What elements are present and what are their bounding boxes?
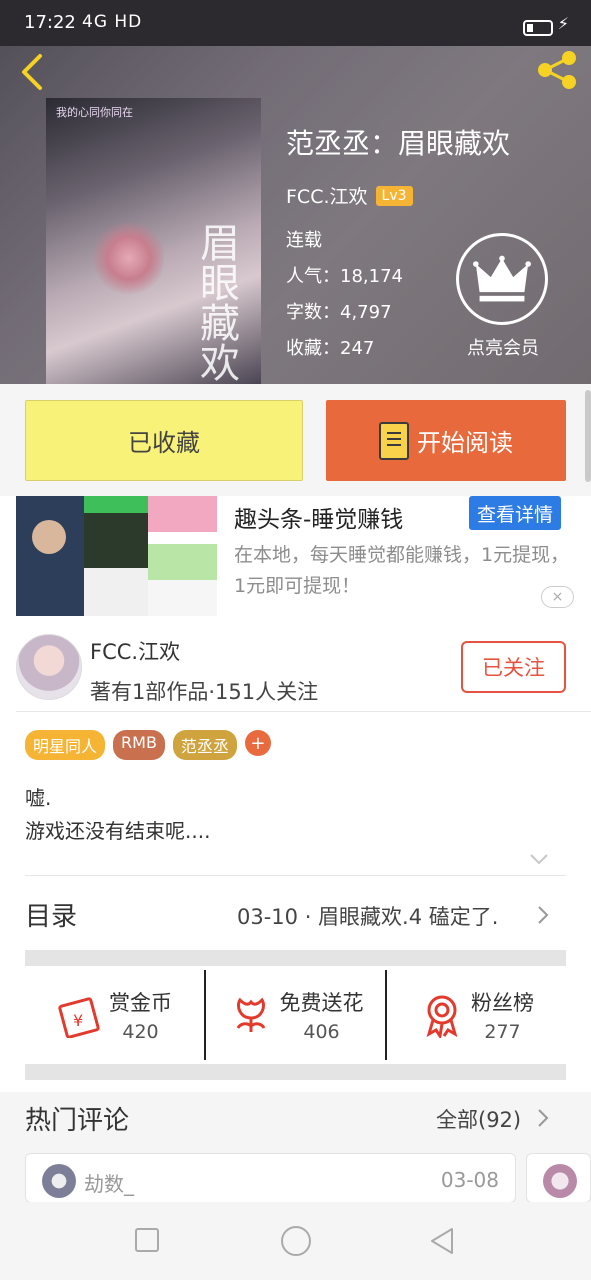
system-nav-bar <box>0 1202 591 1280</box>
tag-item[interactable]: RMB <box>113 730 165 760</box>
add-tag-button[interactable]: + <box>244 730 271 756</box>
vip-label[interactable]: 点亮会员 <box>448 334 558 360</box>
svg-text:¥: ¥ <box>73 1011 83 1030</box>
ad-description: 在本地，每天睡觉都能赚钱，1元提现，1元即可提现！ <box>234 544 570 597</box>
battery-icon <box>523 20 553 36</box>
book-icon <box>379 421 409 460</box>
ad-image[interactable] <box>16 496 217 616</box>
scrollbar[interactable] <box>585 390 591 482</box>
section-separator <box>25 950 566 966</box>
reward-value: 406 <box>303 1021 340 1043</box>
hot-comments-label: 热门评论 <box>25 1106 130 1136</box>
intro-line: 嘘. <box>25 786 52 810</box>
recent-apps-button[interactable] <box>135 1228 159 1252</box>
tag-item[interactable]: 明星同人 <box>25 730 106 760</box>
status-bar: 17:22 4G HD ⚡ <box>0 0 591 46</box>
reward-coin[interactable]: ¥ 赏金币 420 <box>25 970 204 1060</box>
book-intro: 嘘. 游戏还没有结束呢.... <box>25 782 210 848</box>
reward-label: 免费送花 <box>279 991 364 1015</box>
share-icon[interactable] <box>535 48 579 92</box>
level-badge: Lv3 <box>375 185 413 206</box>
ad-banner[interactable]: 趣头条-睡觉赚钱 查看详情 在本地，每天睡觉都能赚钱，1元提现，1元即可提现！ … <box>0 496 591 620</box>
commenter-avatar[interactable] <box>543 1164 577 1198</box>
book-cover[interactable]: 我的心同你同在 眉眼藏欢 <box>46 98 261 384</box>
section-separator <box>25 1064 566 1080</box>
cover-title: 眉眼藏欢 <box>193 222 239 382</box>
collected-button[interactable]: 已收藏 <box>25 400 303 481</box>
cover-decoration <box>94 218 164 298</box>
expand-chevron-icon[interactable] <box>528 848 550 870</box>
ad-image-screen-2 <box>148 496 217 616</box>
toc-latest-chapter[interactable]: 03-10 · 眉眼藏欢.4 磕定了. <box>237 901 498 931</box>
start-reading-label: 开始阅读 <box>417 429 513 457</box>
crown-icon[interactable] <box>456 233 548 325</box>
reward-value: 277 <box>484 1021 521 1043</box>
commenter-name: 劫数_ <box>84 1172 134 1196</box>
book-detail-panel: FCC.江欢 著有1部作品·151人关注 已关注 明星同人 RMB 范丞丞 + … <box>0 620 591 1092</box>
tag-list: 明星同人 RMB 范丞丞 + <box>25 730 271 760</box>
home-button[interactable] <box>281 1226 311 1256</box>
commenter-avatar[interactable] <box>42 1164 76 1198</box>
back-triangle-icon[interactable] <box>428 1226 456 1256</box>
toc-label[interactable]: 目录 <box>25 896 77 933</box>
author-name[interactable]: FCC.江欢 <box>286 182 368 209</box>
start-reading-button[interactable]: 开始阅读 <box>326 400 566 481</box>
comment-card[interactable]: 劫数_ 03-08 <box>25 1153 516 1203</box>
medal-icon <box>426 995 458 1038</box>
follow-button[interactable]: 已关注 <box>461 641 566 693</box>
comment-card[interactable] <box>526 1153 591 1203</box>
signal-indicator: 4G HD <box>82 12 143 32</box>
tag-item[interactable]: 范丞丞 <box>172 730 237 760</box>
ad-image-screen <box>84 496 148 616</box>
divider <box>16 711 591 712</box>
action-bar: 已收藏 开始阅读 <box>0 384 591 496</box>
cover-top-text: 我的心同你同在 <box>56 106 133 119</box>
chevron-right-icon[interactable] <box>535 904 551 926</box>
charging-icon: ⚡ <box>557 14 569 33</box>
back-chevron-icon[interactable] <box>16 52 52 92</box>
status-time: 17:22 <box>24 12 76 33</box>
reward-value: 420 <box>122 1021 159 1043</box>
red-envelope-icon: ¥ <box>58 997 100 1038</box>
reward-flower[interactable]: 免费送花 406 <box>204 970 385 1060</box>
book-title: 范丞丞：眉眼藏欢 <box>286 127 511 160</box>
reward-label: 粉丝榜 <box>471 991 534 1015</box>
ad-close-button[interactable]: × <box>541 586 574 608</box>
author-card-meta: 著有1部作品·151人关注 <box>90 680 319 704</box>
intro-line: 游戏还没有结束呢.... <box>25 819 211 843</box>
author-card-name[interactable]: FCC.江欢 <box>90 636 180 666</box>
ad-title[interactable]: 趣头条-睡觉赚钱 <box>234 500 403 534</box>
ad-image-person <box>16 496 84 616</box>
chevron-right-icon[interactable] <box>535 1107 551 1129</box>
divider <box>25 875 566 876</box>
comment-date: 03-08 <box>440 1168 499 1192</box>
all-comments-link[interactable]: 全部(92) <box>436 1104 521 1134</box>
flower-icon <box>236 997 265 1032</box>
author-row: FCC.江欢 Lv3 <box>286 182 510 209</box>
reward-bar: ¥ 赏金币 420 免费送花 406 粉丝榜 277 <box>25 970 566 1060</box>
reward-fans[interactable]: 粉丝榜 277 <box>385 970 566 1060</box>
reward-label: 赏金币 <box>109 991 172 1015</box>
ad-details-button[interactable]: 查看详情 <box>469 496 561 530</box>
author-avatar[interactable] <box>16 634 82 700</box>
